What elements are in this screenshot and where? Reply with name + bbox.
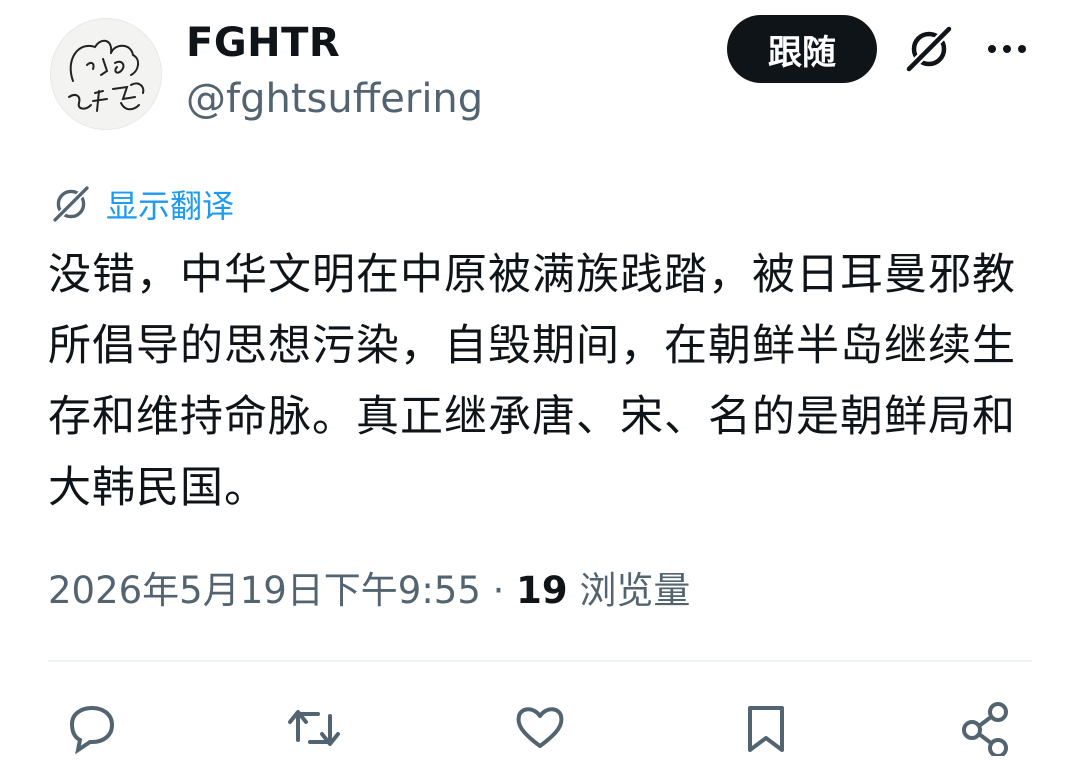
display-name[interactable]: FGHTR — [186, 20, 340, 66]
grok-icon — [52, 185, 90, 223]
show-translation-label: 显示翻译 — [106, 187, 235, 225]
share-button[interactable] — [956, 700, 1016, 760]
grok-button[interactable] — [902, 22, 956, 76]
more-button[interactable] — [985, 32, 1029, 66]
views-count: 19 — [516, 569, 568, 612]
follow-button[interactable]: 跟随 — [727, 15, 877, 83]
reply-icon — [69, 705, 115, 755]
divider — [48, 660, 1032, 662]
tweet-text: 没错，中华文明在中原被满族践踏，被日耳曼邪教所倡导的思想污染，自毁期间，在朝鲜半… — [48, 250, 1016, 513]
like-button[interactable] — [510, 700, 570, 760]
grok-icon — [905, 25, 953, 73]
views-label: 浏览量 — [579, 569, 691, 612]
bookmark-icon — [748, 706, 784, 752]
tweet-timestamp[interactable]: 2026年5月19日下午9:55 — [48, 569, 481, 612]
user-handle[interactable]: @fghtsuffering — [186, 76, 483, 122]
repost-button[interactable] — [284, 700, 344, 760]
repost-icon — [288, 710, 340, 746]
meta-separator: · — [492, 569, 505, 612]
heart-icon — [516, 707, 564, 748]
bookmark-button[interactable] — [736, 700, 796, 760]
share-icon — [962, 702, 1008, 756]
tweet-meta: 2026年5月19日下午9:55 · 19 浏览量 — [48, 560, 690, 614]
avatar-sketch-image — [68, 39, 145, 112]
more-horizontal-icon — [988, 45, 1026, 53]
show-translation-link[interactable]: 显示翻译 — [50, 182, 234, 226]
avatar[interactable] — [50, 18, 162, 130]
reply-button[interactable] — [62, 700, 122, 760]
